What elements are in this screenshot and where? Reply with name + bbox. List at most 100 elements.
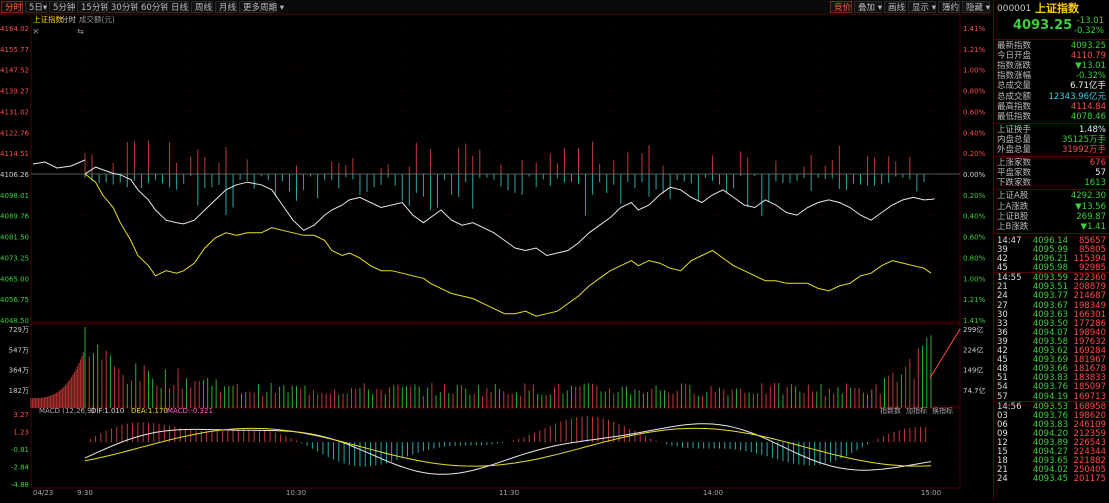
- period-tab-9[interactable]: 更多周期 ▾: [239, 1, 284, 13]
- price-tick-label: 4164.02: [0, 25, 29, 33]
- time-tick-label: 14:00: [703, 489, 723, 497]
- period-tab-5[interactable]: 60分钟: [137, 1, 169, 13]
- stat-label: 指数涨幅: [997, 71, 1032, 82]
- stat-label: 上证换手: [997, 124, 1032, 135]
- index-name: 上证指数: [1035, 2, 1079, 15]
- auction-line: [32, 159, 86, 169]
- stat-label: 下跌家数: [997, 178, 1032, 189]
- stat-label: 外盘总量: [997, 145, 1032, 155]
- pct-tick-label: 1.00%: [963, 275, 986, 283]
- price-tick-label: 4065.00: [0, 275, 29, 283]
- macd-tool-button[interactable]: 加指标: [906, 406, 927, 415]
- quote-panel: 000001 上证指数 4093.25 -13.01 -0.32% 最新指数 40…: [993, 0, 1109, 500]
- stat-row: 下跌家数 1613: [997, 178, 1106, 188]
- tool-button-3[interactable]: 显示 ▾: [908, 1, 936, 13]
- stat-label: 指数涨跌: [997, 61, 1032, 72]
- collapse-icon: ⇆: [77, 27, 84, 36]
- panel-separator: [994, 122, 1109, 124]
- pct-tick-label: 0.60%: [963, 108, 986, 116]
- macd-tool-button[interactable]: 换指标: [932, 406, 953, 415]
- macd-tick-label: -2.84: [11, 463, 30, 471]
- tool-button-2[interactable]: 画线: [884, 1, 906, 13]
- tool-button-4[interactable]: 簿约: [938, 1, 960, 13]
- stat-row: 最新指数 4093.25: [997, 41, 1106, 51]
- stat-label: 最高指数: [997, 101, 1032, 112]
- macd-tool-button[interactable]: 指数数: [880, 406, 901, 415]
- period-tab-1[interactable]: 5日▾: [25, 1, 47, 13]
- price-tick-label: 4089.76: [0, 213, 29, 221]
- stat-row: 上涨家数 676: [997, 158, 1106, 168]
- stat-value: 4093.25: [1070, 41, 1106, 51]
- period-tab-0[interactable]: 分时: [1, 1, 23, 13]
- tick-price: 4093.45: [1032, 474, 1068, 485]
- stat-label: 上证B股: [997, 211, 1029, 222]
- price-tick-label: 4139.27: [0, 88, 29, 96]
- chart-svg: 上证指数分时 成交额(元) × ⇆ 4164.02 1.41% 4155.77 1.21% 41…: [0, 13, 986, 497]
- panel-separator: [994, 39, 1109, 40]
- volume-tick-label: 729万: [9, 326, 29, 334]
- price-tick-label: 4048.50: [0, 317, 29, 325]
- price-tick-label: 4106.26: [0, 171, 29, 179]
- price-line-0: [84, 166, 935, 257]
- stat-label: 上A涨跌: [997, 201, 1029, 212]
- stat-label: 最低指数: [997, 111, 1032, 122]
- stat-row: 指数涨跌 ▼13.01: [997, 61, 1106, 71]
- stat-row: 最低指数 4078.46: [997, 112, 1106, 122]
- stat-row: 总成交量 6.71亿手: [997, 81, 1106, 91]
- pct-tick-label: 0.80%: [963, 88, 986, 96]
- period-tab-6[interactable]: 日线: [167, 1, 189, 13]
- stat-label: 今日开盘: [997, 51, 1032, 62]
- volume-tick-label: 364万: [9, 367, 29, 375]
- period-tab-7[interactable]: 周线: [191, 1, 213, 13]
- pct-tick-label: 1.21%: [963, 296, 986, 304]
- pct-tick-label: 1.41%: [963, 317, 986, 325]
- tick-time: 24: [997, 474, 1008, 485]
- period-tab-2[interactable]: 5分钟: [49, 1, 75, 13]
- chart-area: 上证指数 分时 成交额(元) × ⇆ 4164.02 1.41% 4155.77 1.21% 41…: [0, 13, 993, 500]
- volume-right-tick-label: 224亿: [963, 345, 983, 354]
- stat-label: 上证A股: [997, 191, 1029, 202]
- pct-tick-label: 0.40%: [963, 213, 986, 221]
- volume-tick-label: 182万: [9, 387, 29, 395]
- macd-tick-label: 3.27: [13, 411, 29, 419]
- tool-button-5[interactable]: 隐藏 ▾: [962, 1, 990, 13]
- period-tab-4[interactable]: 30分钟: [107, 1, 139, 13]
- stat-label: 上涨家数: [997, 158, 1032, 169]
- stat-row: 外盘总量 31992万手: [997, 145, 1106, 155]
- panel-separator: [994, 156, 1109, 158]
- stat-row: 上证A股 4292.30: [997, 191, 1106, 201]
- time-tick-label: 15:00: [921, 489, 941, 497]
- stat-value: ▼1.41: [1080, 221, 1106, 232]
- close-icon: ×: [32, 27, 40, 37]
- stat-value: 12343.96亿元: [1048, 91, 1106, 102]
- pct-tick-label: 1.41%: [963, 25, 986, 33]
- stat-value: 57: [1095, 168, 1106, 179]
- stat-label: 上B涨跌: [997, 221, 1029, 232]
- price-tick-label: 4147.52: [0, 67, 29, 75]
- header-mode-label: 分时: [61, 14, 76, 24]
- price-tick-label: 4098.01: [0, 192, 29, 200]
- macd-tick-label: -4.88: [11, 481, 29, 489]
- period-tab-3[interactable]: 15分钟: [77, 1, 109, 13]
- period-toolbar: 分时 5日▾ 5分钟 15分钟 30分钟 60分钟 日线 周线 月线 更多周期 ▾ 隐藏 ▾ 簿约 显示…: [0, 0, 993, 15]
- tool-button-1[interactable]: 叠加 ▾: [854, 1, 882, 13]
- panel-separator: [994, 232, 1109, 234]
- volume-right-tick-label: 299亿: [963, 325, 983, 334]
- price-tick-label: 4073.25: [0, 254, 29, 262]
- tool-button-0[interactable]: 竞价: [830, 1, 852, 13]
- stat-value: -0.32%: [1075, 71, 1106, 82]
- stat-value: 4110.79: [1070, 51, 1106, 62]
- pct-tick-label: 0.80%: [963, 254, 986, 262]
- stat-label: 总成交量: [997, 81, 1032, 92]
- time-tick-label: 10:30: [286, 489, 306, 497]
- stat-value: 35125万手: [1061, 134, 1106, 145]
- pct-tick-label: 0.00%: [963, 171, 986, 179]
- price-tick-label: 4056.75: [0, 296, 29, 304]
- stat-row: 最高指数 4114.84: [997, 102, 1106, 112]
- time-tick-label: 9:30: [77, 489, 93, 497]
- price-tick-label: 4114.51: [0, 150, 29, 158]
- index-code: 000001: [997, 4, 1032, 14]
- index-price: 4093.25: [1013, 18, 1073, 33]
- period-tab-8[interactable]: 月线: [215, 1, 237, 13]
- stat-value: 1.48%: [1078, 124, 1106, 135]
